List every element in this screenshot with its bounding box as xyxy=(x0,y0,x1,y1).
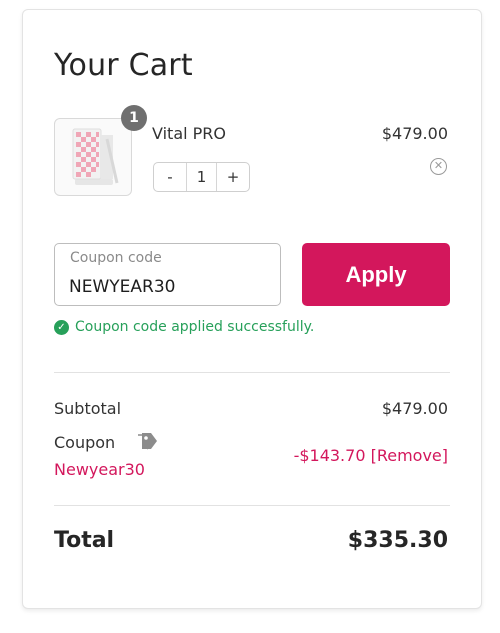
total-value: $335.30 xyxy=(347,528,448,553)
coupon-success-message: ✓ Coupon code applied successfully. xyxy=(54,319,314,335)
check-circle-icon: ✓ xyxy=(54,319,69,335)
divider xyxy=(54,372,450,373)
divider xyxy=(54,505,450,506)
close-circle-icon[interactable]: ✕ xyxy=(430,158,447,175)
coupon-success-text: Coupon code applied successfully. xyxy=(75,319,315,335)
quantity-value[interactable]: 1 xyxy=(186,163,217,191)
subtotal-value: $479.00 xyxy=(381,399,448,418)
applied-coupon-code: Newyear30 xyxy=(54,460,145,479)
quantity-stepper: - 1 + xyxy=(153,162,250,192)
decrement-button[interactable]: - xyxy=(154,163,186,191)
product-price: $479.00 xyxy=(381,124,448,143)
subtotal-label: Subtotal xyxy=(54,399,122,418)
total-label: Total xyxy=(54,528,115,553)
quantity-badge: 1 xyxy=(121,105,147,131)
coupon-input[interactable] xyxy=(69,274,269,300)
cart-title: Your Cart xyxy=(54,48,193,83)
cart-card: Your Cart 1 Vital PRO $479.00 ✕ - 1 + Co… xyxy=(22,9,482,609)
tag-icon xyxy=(138,433,157,450)
apply-button[interactable]: Apply xyxy=(302,243,450,306)
increment-button[interactable]: + xyxy=(217,163,249,191)
coupon-field-label: Coupon code xyxy=(70,250,162,266)
product-image xyxy=(72,128,119,185)
coupon-row-label: Coupon xyxy=(54,433,116,452)
product-name[interactable]: Vital PRO xyxy=(152,124,226,143)
coupon-field[interactable]: Coupon code xyxy=(54,243,281,306)
product-thumbnail[interactable] xyxy=(54,118,132,196)
discount-remove-link[interactable]: -$143.70 [Remove] xyxy=(294,446,448,465)
